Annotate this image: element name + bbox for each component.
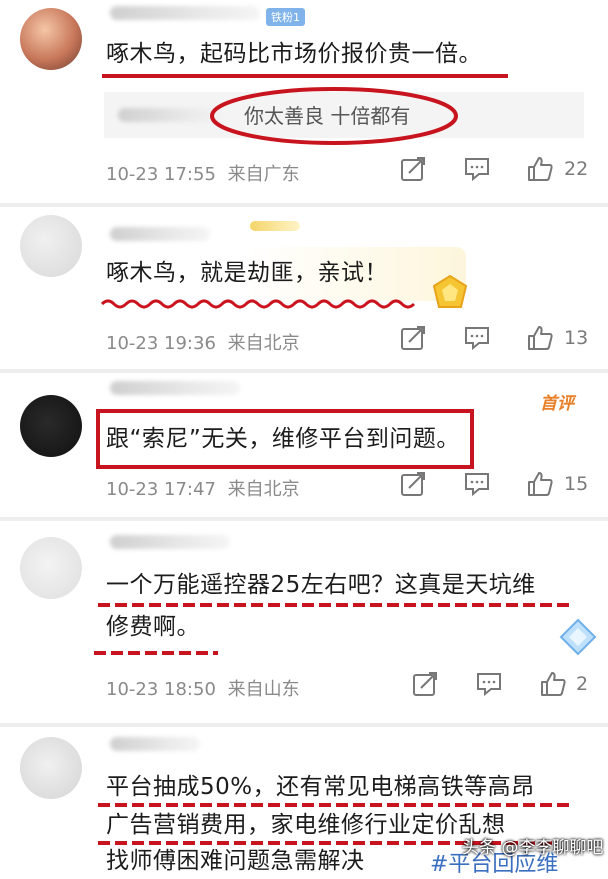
username-blurred[interactable] (110, 6, 260, 20)
comment-text-line2: 广告营销费用，家电维修行业定价乱想 (106, 812, 506, 838)
reply-text: 你太善良 十倍都有 (244, 104, 411, 128)
like-count: 13 (564, 327, 589, 349)
comment-icon[interactable] (476, 671, 502, 697)
reply-username-blurred (118, 108, 228, 122)
comment-text-line1: 平台抽成50%，还有常见电梯高铁等高昂 (106, 774, 535, 800)
red-underline-annotation (102, 74, 508, 78)
comment-1: 铁粉1 啄木鸟，起码比市场价报价贵一倍。 你太善良 十倍都有 10-23 17:… (0, 0, 608, 200)
username-blurred[interactable] (110, 381, 240, 395)
share-icon[interactable] (400, 325, 426, 351)
red-dashed-underline-annotation-2 (94, 651, 218, 655)
avatar[interactable] (20, 215, 82, 277)
fan-badge: 铁粉1 (266, 8, 305, 26)
username-blurred[interactable] (110, 535, 230, 549)
like-icon[interactable] (527, 471, 553, 497)
comment-4: 一个万能遥控器25左右吧？这真是天坑维 修费啊。 10-23 18:50 来自山… (0, 521, 608, 721)
share-icon[interactable] (400, 156, 426, 182)
avatar[interactable] (20, 8, 82, 70)
comment-text: 啄木鸟，起码比市场价报价贵一倍。 (106, 41, 482, 67)
diamond-badge-icon (559, 618, 597, 656)
comment-2: 啄木鸟，就是劫匪，亲试！ 10-23 19:36 来自北京 13 (0, 207, 608, 367)
first-comment-tag: 首评 (540, 394, 574, 414)
comment-text-line3: 找师傅困难问题急需解决 (106, 848, 365, 874)
avatar[interactable] (20, 737, 82, 799)
like-count: 22 (564, 158, 589, 180)
like-icon[interactable] (527, 325, 553, 351)
comment-text: 跟“索尼”无关，维修平台到问题。 (106, 426, 460, 452)
like-count: 15 (564, 473, 589, 495)
comment-icon[interactable] (464, 471, 490, 497)
comment-3: 首评 跟“索尼”无关，维修平台到问题。 10-23 17:47 来自北京 15 (0, 373, 608, 515)
share-icon[interactable] (400, 471, 426, 497)
comment-actions: 2 (0, 671, 608, 703)
like-icon[interactable] (540, 671, 566, 697)
watermark-text: 头条 @李李聊聊吧 (462, 838, 604, 858)
gold-badge-decoration (250, 221, 300, 231)
comment-icon[interactable] (464, 156, 490, 182)
comment-actions: 15 (0, 471, 608, 503)
avatar[interactable] (20, 395, 82, 457)
like-icon[interactable] (527, 156, 553, 182)
username-blurred[interactable] (110, 737, 200, 751)
avatar[interactable] (20, 537, 82, 599)
comment-icon[interactable] (464, 325, 490, 351)
comment-text-line2: 修费啊。 (106, 614, 200, 640)
like-count: 2 (576, 673, 589, 695)
share-icon[interactable] (412, 671, 438, 697)
reply-preview[interactable]: 你太善良 十倍都有 (104, 92, 584, 138)
comment-actions: 13 (0, 325, 608, 357)
username-blurred[interactable] (110, 227, 210, 241)
comment-actions: 22 (0, 156, 608, 188)
comment-5: 平台抽成50%，还有常见电梯高铁等高昂 广告营销费用，家电维修行业定价乱想 找师… (0, 727, 608, 877)
comment-text-line1: 一个万能遥控器25左右吧？这真是天坑维 (106, 572, 536, 598)
comment-text: 啄木鸟，就是劫匪，亲试！ (106, 260, 388, 286)
